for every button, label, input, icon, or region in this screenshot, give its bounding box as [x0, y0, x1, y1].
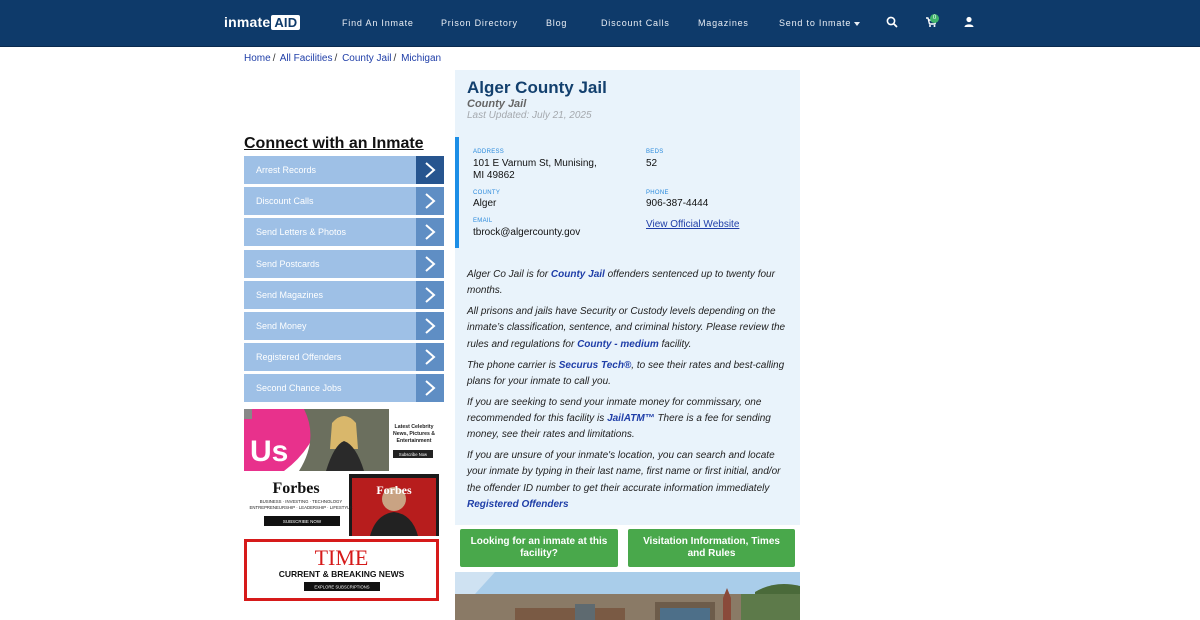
chevron-right-icon — [416, 343, 444, 372]
breadcrumb-all-facilities[interactable]: All Facilities — [280, 53, 333, 64]
chevron-right-icon — [416, 374, 444, 403]
svg-text:News, Pictures &: News, Pictures & — [393, 431, 435, 437]
beds-label: BEDS — [646, 149, 664, 155]
address-label: ADDRESS — [473, 149, 505, 155]
phone-value: 906-387-4444 — [646, 198, 709, 209]
facility-description: Alger Co Jail is for County Jail offende… — [467, 269, 786, 510]
county-label: COUNTY — [473, 190, 501, 196]
chevron-down-icon — [854, 21, 861, 26]
connect-with-inmate-heading: Connect with an Inmate — [244, 135, 424, 152]
chevron-right-icon — [416, 311, 444, 340]
phone-label: PHONE — [646, 190, 669, 196]
user-icon[interactable] — [962, 15, 976, 29]
breadcrumb: Home / All Facilities / County Jail / Michi… — [244, 53, 442, 64]
breadcrumb-county-jail[interactable]: County Jail — [342, 53, 391, 64]
chevron-right-icon — [416, 249, 444, 278]
sidebar-item-send-money[interactable]: Send Money — [244, 311, 444, 340]
connect-menu: Arrest Records Discount Calls Send Lette… — [244, 156, 444, 406]
nav-prison-directory[interactable]: Prison Directory — [441, 18, 518, 28]
facility-photo — [455, 572, 800, 620]
forbes-logo: Forbes — [272, 480, 319, 497]
chevron-right-icon — [416, 280, 444, 309]
sidebar-item-discount-calls[interactable]: Discount Calls — [244, 187, 444, 216]
facility-info-card: ADDRESS 101 E Varnum St, Munising, MI 498… — [455, 137, 800, 248]
svg-text:Entertainment: Entertainment — [397, 438, 432, 444]
sidebar-item-registered-offenders[interactable]: Registered Offenders — [244, 343, 444, 372]
chevron-right-icon — [416, 156, 444, 184]
ad-forbes[interactable]: Forbes Forbes BUSINESS · INVESTING · TEC… — [244, 474, 439, 536]
nav-blog[interactable]: Blog — [546, 18, 567, 28]
svg-text:Forbes: Forbes — [376, 483, 412, 497]
registered-offenders-link[interactable]: Registered Offenders — [467, 499, 569, 510]
breadcrumb-home[interactable]: Home — [244, 53, 271, 64]
cart-count-badge: 0 — [930, 14, 939, 23]
last-updated: Last Updated: July 21, 2025 — [467, 110, 592, 121]
county-value: Alger — [473, 198, 497, 209]
chevron-right-icon — [416, 218, 444, 247]
svg-text:SUBSCRIBE NOW: SUBSCRIBE NOW — [283, 519, 322, 524]
svg-text:CURRENT & BREAKING NEWS: CURRENT & BREAKING NEWS — [279, 569, 405, 579]
sidebar-item-second-chance-jobs[interactable]: Second Chance Jobs — [244, 374, 444, 403]
facility-panel: Alger County Jail County Jail Last Updat… — [455, 70, 800, 525]
svg-text:Subscribe Now: Subscribe Now — [399, 452, 428, 457]
jailatm-link[interactable]: JailATM™ — [607, 413, 655, 424]
email-label: EMAIL — [473, 218, 493, 224]
address-value: 101 E Varnum St, Munising, MI 49862 — [473, 158, 597, 181]
search-icon[interactable] — [885, 15, 899, 29]
beds-value: 52 — [646, 158, 658, 169]
page-title: Alger County Jail — [467, 78, 607, 97]
sidebar-item-send-magazines[interactable]: Send Magazines — [244, 280, 444, 309]
svg-text:EXPLORE SUBSCRIPTIONS: EXPLORE SUBSCRIPTIONS — [314, 585, 369, 590]
phone-carrier-link[interactable]: Securus Tech® — [559, 360, 632, 371]
breadcrumb-michigan[interactable]: Michigan — [401, 53, 441, 64]
sidebar-item-send-letters-photos[interactable]: Send Letters & Photos — [244, 218, 444, 247]
ad-time[interactable]: TIME CURRENT & BREAKING NEWS EXPLORE SUB… — [244, 539, 439, 601]
ad-us-weekly[interactable]: Us Latest Celebrity News, Pictures & Ent… — [244, 409, 439, 471]
sidebar-item-arrest-records[interactable]: Arrest Records — [244, 156, 444, 184]
chevron-right-icon — [416, 187, 444, 216]
nav-send-to-inmate[interactable]: Send to Inmate — [779, 18, 861, 28]
facility-type: County Jail — [467, 98, 527, 110]
svg-text:BUSINESS · INVESTING · TECHNOL: BUSINESS · INVESTING · TECHNOLOGY — [260, 499, 343, 504]
security-level-link[interactable]: County - medium — [577, 339, 659, 350]
nav-find-an-inmate[interactable]: Find An Inmate — [342, 18, 414, 28]
time-logo: TIME — [315, 545, 369, 570]
county-jail-link[interactable]: County Jail — [551, 269, 605, 280]
svg-text:ENTREPRENEURSHIP · LEADERSHIP: ENTREPRENEURSHIP · LEADERSHIP · LIFESTYL… — [250, 505, 353, 510]
official-website-link[interactable]: View Official Website — [646, 219, 739, 230]
nav-discount-calls[interactable]: Discount Calls — [601, 18, 670, 28]
us-logo: Us — [250, 435, 288, 468]
visitation-info-button[interactable]: Visitation Information, Times and Rules — [628, 529, 795, 567]
email-value: tbrock@algercounty.gov — [473, 227, 581, 238]
sidebar-item-send-postcards[interactable]: Send Postcards — [244, 249, 444, 278]
svg-text:Latest Celebrity: Latest Celebrity — [395, 424, 434, 430]
site-logo[interactable]: inmate AID — [224, 14, 301, 30]
looking-for-inmate-button[interactable]: Looking for an inmate at this facility? — [460, 529, 618, 567]
nav-magazines[interactable]: Magazines — [698, 18, 749, 28]
top-navbar: inmate AID Find An Inmate Prison Director… — [0, 0, 1200, 47]
